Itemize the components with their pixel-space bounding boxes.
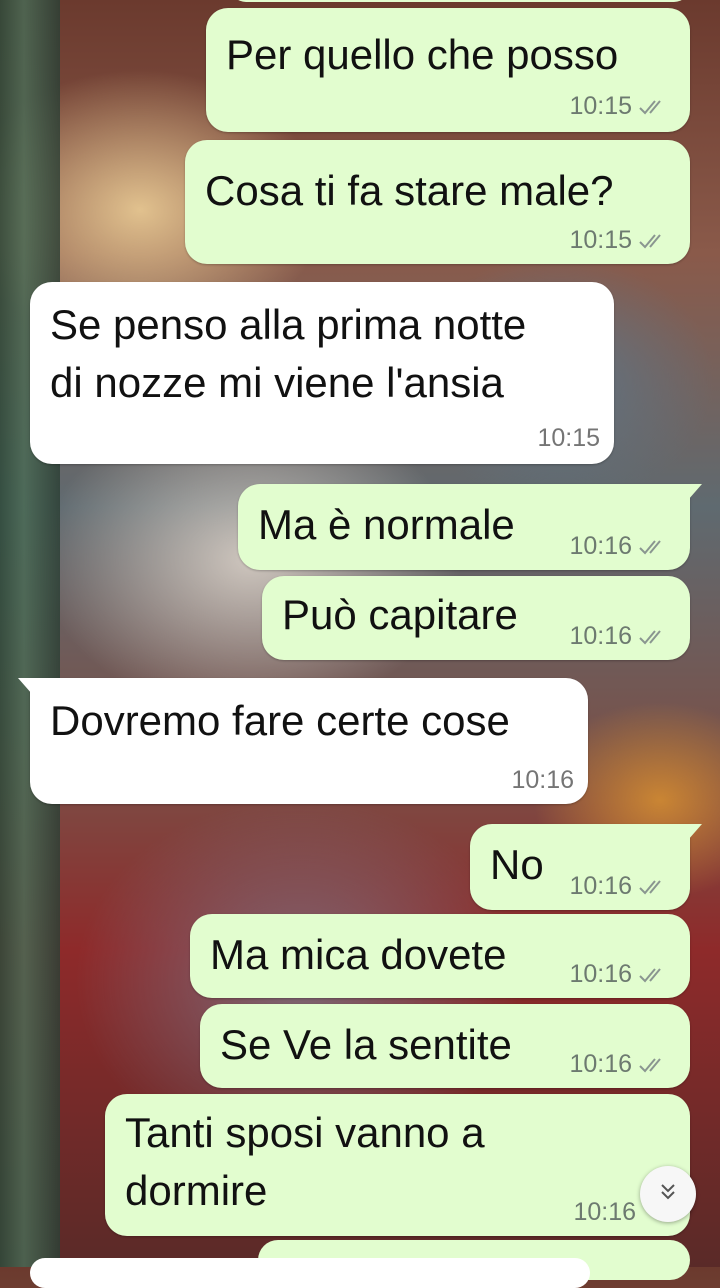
message-input-bar[interactable] (30, 1258, 590, 1288)
message-bubble-outgoing[interactable]: Tanti sposi vanno a dormire 10:16 (105, 1094, 690, 1236)
previous-message-bubble (230, 0, 690, 2)
message-bubble-outgoing[interactable]: Ma è normale 10:16 (238, 484, 702, 570)
double-chevron-down-icon (656, 1180, 680, 1209)
message-time: 10:16 (569, 532, 632, 560)
message-bubble-outgoing[interactable]: Può capitare 10:16 (262, 576, 690, 660)
message-text: No (490, 841, 544, 888)
message-time: 10:16 (569, 622, 632, 650)
message-text-line: Se penso alla prima notte (50, 301, 527, 348)
message-time: 10:16 (511, 766, 574, 794)
message-text: Per quello che posso (226, 31, 619, 78)
double-check-icon (638, 878, 668, 896)
message-time: 10:15 (569, 92, 632, 120)
double-check-icon (638, 98, 668, 116)
message-time: 10:16 (573, 1198, 636, 1226)
message-text: Può capitare (282, 591, 518, 638)
message-meta: 10:15 (569, 92, 668, 121)
message-meta: 10:16 (569, 622, 668, 651)
wallpaper-decoration (0, 0, 60, 1267)
message-text: Ma è normale (258, 501, 515, 548)
double-check-icon (638, 538, 668, 556)
message-text-line: di nozze mi viene l'ansia (50, 359, 504, 406)
double-check-icon (638, 628, 668, 646)
message-meta: 10:16 (569, 960, 668, 989)
message-bubble-incoming[interactable]: Se penso alla prima notte di nozze mi vi… (30, 282, 614, 464)
message-bubble-outgoing[interactable]: No 10:16 (470, 824, 702, 910)
double-check-icon (638, 232, 668, 250)
message-time: 10:15 (537, 424, 600, 452)
message-bubble-outgoing[interactable]: Cosa ti fa stare male? 10:15 (185, 140, 690, 264)
double-check-icon (638, 966, 668, 984)
message-bubble-incoming[interactable]: Dovremo fare certe cose 10:16 (18, 678, 588, 804)
scroll-to-bottom-button[interactable] (640, 1166, 696, 1222)
message-text: Dovremo fare certe cose (50, 697, 510, 744)
message-text-line: Tanti sposi vanno a (125, 1109, 485, 1156)
message-time: 10:16 (569, 872, 632, 900)
message-text: Cosa ti fa stare male? (205, 167, 614, 214)
message-meta: 10:16 (569, 532, 668, 561)
message-text-line: dormire (125, 1167, 268, 1214)
message-time: 10:16 (569, 1050, 632, 1078)
message-bubble-outgoing[interactable]: Ma mica dovete 10:16 (190, 914, 690, 998)
message-text: Ma mica dovete (210, 931, 507, 978)
message-bubble-outgoing[interactable]: Se Ve la sentite 10:16 (200, 1004, 690, 1088)
double-check-icon (638, 1056, 668, 1074)
message-meta: 10:16 (573, 1198, 636, 1227)
message-time: 10:16 (569, 960, 632, 988)
message-meta: 10:15 (569, 226, 668, 255)
message-bubble-outgoing[interactable]: Per quello che posso 10:15 (206, 8, 690, 132)
message-meta: 10:16 (511, 766, 574, 795)
message-time: 10:15 (569, 226, 632, 254)
message-meta: 10:16 (569, 1050, 668, 1079)
message-meta: 10:15 (537, 424, 600, 453)
message-meta: 10:16 (569, 872, 668, 901)
message-text: Se Ve la sentite (220, 1021, 512, 1068)
